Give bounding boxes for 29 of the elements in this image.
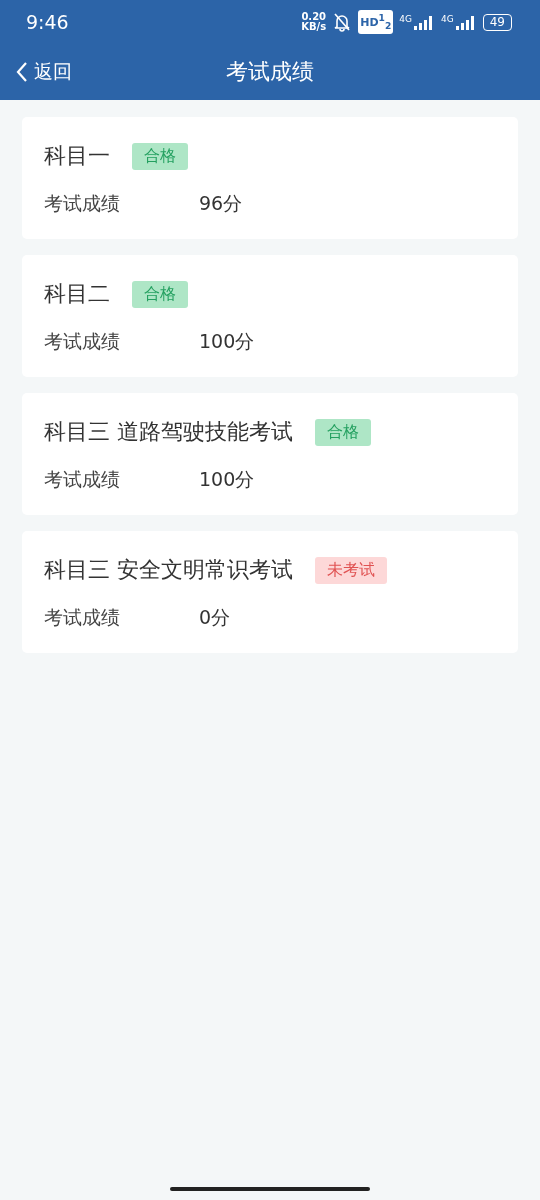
network-type: 4G	[399, 14, 412, 24]
muted-bell-icon	[332, 12, 353, 32]
score-value: 96分	[199, 191, 243, 216]
score-value: 100分	[199, 329, 255, 354]
subject-name: 科目三 道路驾驶技能考试	[44, 418, 293, 446]
subject-name: 科目三 安全文明常识考试	[44, 556, 293, 584]
status-tag: 合格	[132, 280, 188, 308]
home-indicator[interactable]	[170, 1187, 370, 1191]
status-tag: 合格	[315, 418, 371, 446]
status-tag: 未考试	[315, 556, 387, 584]
battery-level: 49	[482, 13, 512, 31]
chevron-left-icon	[16, 61, 28, 83]
page-title: 考试成绩	[226, 58, 314, 86]
signal-icon	[454, 14, 477, 30]
score-label: 考试成绩	[44, 467, 121, 492]
network-unit: KB/s	[301, 22, 327, 32]
score-value: 0分	[199, 605, 231, 630]
network-speed: 0.20	[301, 12, 327, 22]
status-tag: 合格	[132, 142, 188, 170]
score-label: 考试成绩	[44, 329, 121, 354]
subject-name: 科目一	[44, 142, 110, 170]
back-button[interactable]: 返回	[0, 58, 78, 86]
network-type: 4G	[441, 14, 454, 24]
score-value: 100分	[199, 467, 255, 492]
signal-icon	[413, 14, 435, 30]
score-label: 考试成绩	[44, 605, 121, 630]
subject-name: 科目二	[44, 280, 110, 308]
clock-time: 9:46	[26, 11, 69, 33]
score-label: 考试成绩	[44, 191, 121, 216]
